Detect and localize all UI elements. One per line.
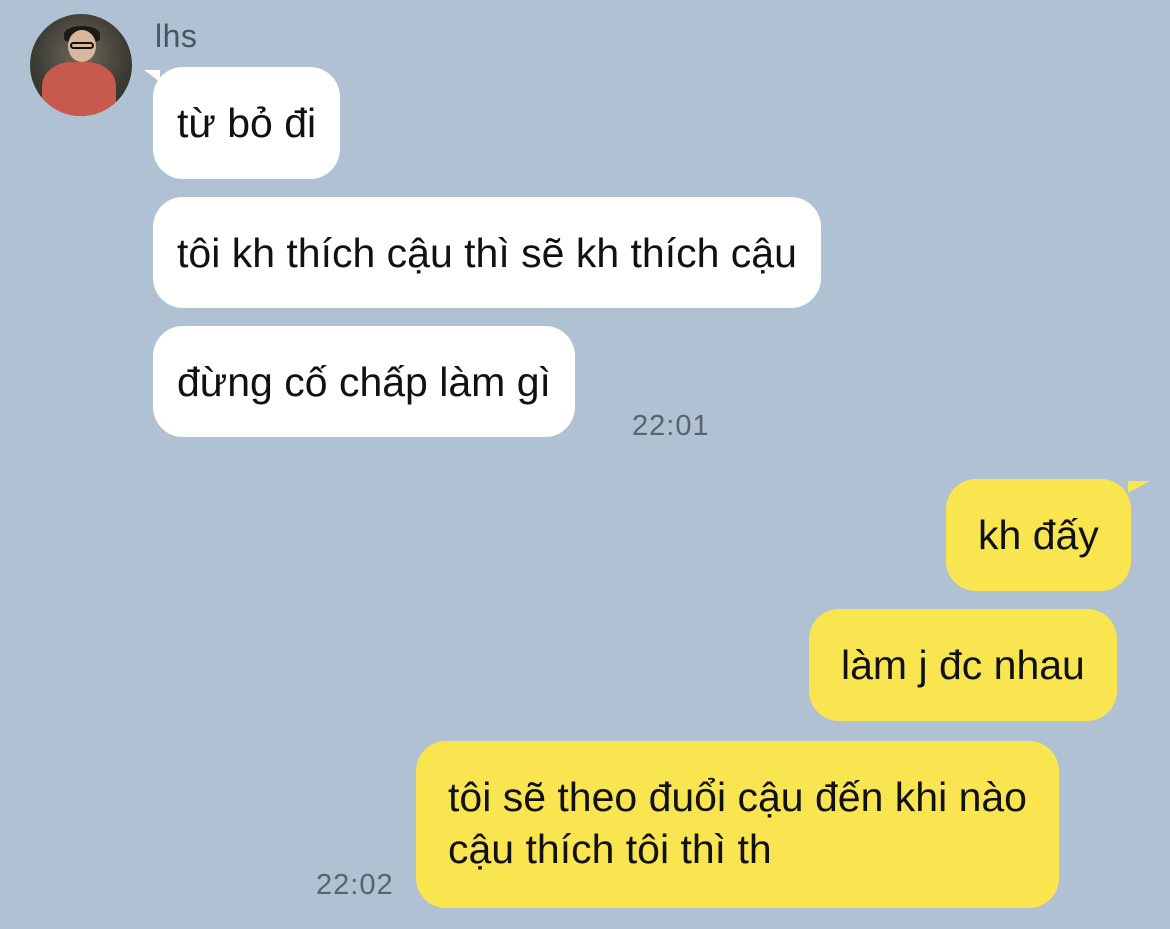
outgoing-message[interactable]: làm j đc nhau <box>809 609 1117 721</box>
message-text-line: tôi sẽ theo đuổi cậu đến khi nào <box>448 774 1027 820</box>
outgoing-message[interactable]: kh đấy <box>946 479 1131 591</box>
message-text: tôi kh thích cậu thì sẽ kh thích cậu <box>177 230 797 276</box>
chat-view: lhs từ bỏ đi tôi kh thích cậu thì sẽ kh … <box>0 0 1170 929</box>
message-text-line: cậu thích tôi thì th <box>448 826 772 872</box>
message-text: làm j đc nhau <box>841 642 1085 688</box>
message-text: đừng cố chấp làm gì <box>177 359 551 405</box>
incoming-message[interactable]: từ bỏ đi <box>153 67 341 179</box>
incoming-timestamp: 22:01 <box>632 410 710 442</box>
incoming-message[interactable]: đừng cố chấp làm gì <box>153 326 575 437</box>
contact-avatar[interactable] <box>30 14 132 116</box>
incoming-message[interactable]: tôi kh thích cậu thì sẽ kh thích cậu <box>153 197 821 308</box>
avatar-glasses <box>70 42 94 49</box>
message-text: kh đấy <box>978 512 1099 558</box>
outgoing-message[interactable]: tôi sẽ theo đuổi cậu đến khi nào cậu thí… <box>416 741 1059 908</box>
outgoing-bubble-tail <box>1128 481 1150 493</box>
sender-name: lhs <box>155 18 198 54</box>
message-text: từ bỏ đi <box>177 100 317 146</box>
outgoing-timestamp: 22:02 <box>316 869 394 901</box>
avatar-person-body <box>42 62 116 116</box>
